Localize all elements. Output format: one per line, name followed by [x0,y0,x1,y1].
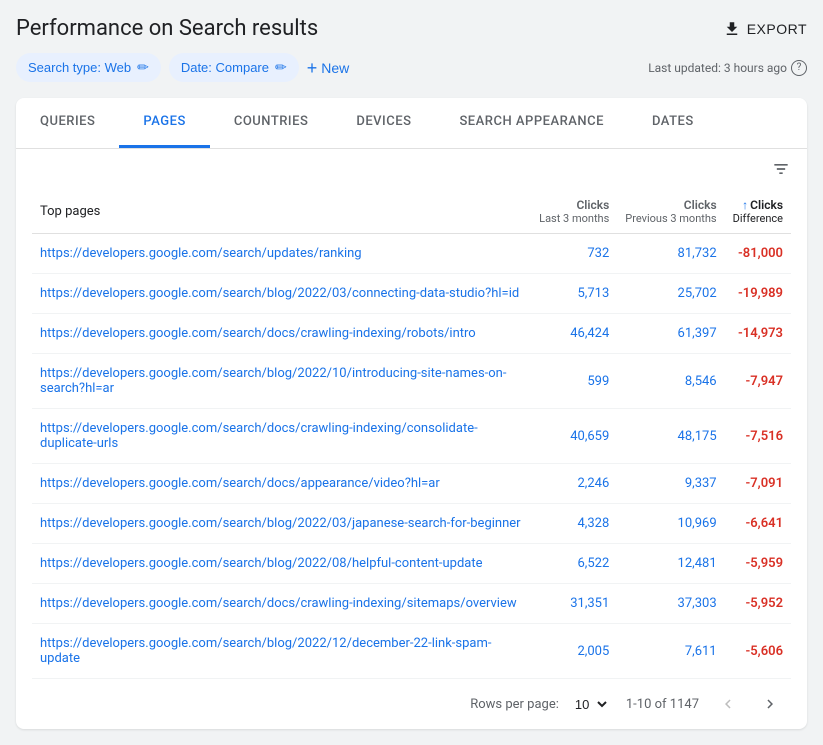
row-clicks-diff: -7,947 [725,354,791,409]
search-type-chip[interactable]: Search type: Web ✏ [16,53,161,82]
table-row: https://developers.google.com/search/doc… [32,314,791,354]
row-clicks-prev: 61,397 [617,314,724,354]
tab-devices[interactable]: DEVICES [332,98,435,148]
page-info: 1-10 of 1147 [626,697,699,712]
table-row: https://developers.google.com/search/blo… [32,544,791,584]
row-url[interactable]: https://developers.google.com/search/blo… [32,624,531,679]
last-updated: Last updated: 3 hours ago ? [648,60,807,76]
date-chip[interactable]: Date: Compare ✏ [169,53,299,82]
row-clicks-prev: 12,481 [617,544,724,584]
filter-left: Search type: Web ✏ Date: Compare ✏ + New [16,53,349,82]
data-table: Top pages Clicks Last 3 months Clicks Pr… [32,190,791,679]
tabs: QUERIES PAGES COUNTRIES DEVICES SEARCH A… [16,98,807,149]
new-filter-button[interactable]: + New [307,59,350,77]
row-url[interactable]: https://developers.google.com/search/doc… [32,314,531,354]
table-row: https://developers.google.com/search/doc… [32,464,791,504]
row-clicks-diff: -7,516 [725,409,791,464]
table-row: https://developers.google.com/search/blo… [32,504,791,544]
row-clicks-prev: 37,303 [617,584,724,624]
col-clicks-diff[interactable]: ↑ Clicks Difference [725,190,791,234]
table-filter-button[interactable] [771,159,791,184]
row-clicks-last: 599 [531,354,617,409]
row-url[interactable]: https://developers.google.com/search/doc… [32,584,531,624]
row-clicks-prev: 9,337 [617,464,724,504]
row-clicks-last: 5,713 [531,274,617,314]
row-clicks-last: 4,328 [531,504,617,544]
row-url[interactable]: https://developers.google.com/search/blo… [32,274,531,314]
table-toolbar [32,149,791,190]
row-clicks-diff: -14,973 [725,314,791,354]
row-clicks-prev: 25,702 [617,274,724,314]
row-clicks-last: 31,351 [531,584,617,624]
tab-search-appearance[interactable]: SEARCH APPEARANCE [435,98,628,148]
prev-page-button[interactable] [715,691,741,717]
table-row: https://developers.google.com/search/doc… [32,409,791,464]
filter-icon [771,159,791,179]
row-url[interactable]: https://developers.google.com/search/doc… [32,409,531,464]
table-row: https://developers.google.com/search/blo… [32,624,791,679]
tab-queries[interactable]: QUERIES [16,98,119,148]
row-clicks-diff: -81,000 [725,234,791,274]
col-top-pages: Top pages [32,190,531,234]
table-row: https://developers.google.com/search/upd… [32,234,791,274]
row-clicks-last: 6,522 [531,544,617,584]
page-title: Performance on Search results [16,16,318,41]
row-clicks-prev: 81,732 [617,234,724,274]
row-url[interactable]: https://developers.google.com/search/blo… [32,354,531,409]
table-row: https://developers.google.com/search/blo… [32,354,791,409]
row-clicks-prev: 48,175 [617,409,724,464]
col-clicks-last[interactable]: Clicks Last 3 months [531,190,617,234]
row-clicks-last: 732 [531,234,617,274]
row-url[interactable]: https://developers.google.com/search/blo… [32,544,531,584]
rows-per-page: Rows per page: 10 25 50 [470,694,610,715]
row-clicks-prev: 7,611 [617,624,724,679]
rows-per-page-select[interactable]: 10 25 50 [567,694,610,715]
row-clicks-last: 2,246 [531,464,617,504]
edit-icon-date: ✏ [275,59,287,76]
table-row: https://developers.google.com/search/blo… [32,274,791,314]
page-header: Performance on Search results EXPORT [16,16,807,41]
edit-icon: ✏ [137,59,149,76]
row-url[interactable]: https://developers.google.com/search/doc… [32,464,531,504]
row-clicks-diff: -5,606 [725,624,791,679]
next-page-button[interactable] [757,691,783,717]
main-card: QUERIES PAGES COUNTRIES DEVICES SEARCH A… [16,98,807,729]
col-clicks-prev[interactable]: Clicks Previous 3 months [617,190,724,234]
pagination: Rows per page: 10 25 50 1-10 of 1147 [32,679,791,729]
chevron-right-icon [761,695,779,713]
row-clicks-last: 40,659 [531,409,617,464]
row-clicks-prev: 8,546 [617,354,724,409]
chevron-left-icon [719,695,737,713]
download-icon [723,20,741,38]
row-clicks-last: 46,424 [531,314,617,354]
row-clicks-diff: -7,091 [725,464,791,504]
export-button[interactable]: EXPORT [723,20,807,38]
table-row: https://developers.google.com/search/doc… [32,584,791,624]
plus-icon: + [307,59,318,77]
row-clicks-diff: -5,952 [725,584,791,624]
tab-dates[interactable]: DATES [628,98,718,148]
row-clicks-diff: -6,641 [725,504,791,544]
tab-countries[interactable]: COUNTRIES [210,98,333,148]
table-container: Top pages Clicks Last 3 months Clicks Pr… [16,149,807,729]
row-clicks-last: 2,005 [531,624,617,679]
info-icon: ? [791,60,807,76]
row-url[interactable]: https://developers.google.com/search/blo… [32,504,531,544]
row-clicks-prev: 10,969 [617,504,724,544]
row-clicks-diff: -19,989 [725,274,791,314]
tab-pages[interactable]: PAGES [119,98,209,148]
sort-arrow-icon: ↑ [742,198,748,212]
filter-bar: Search type: Web ✏ Date: Compare ✏ + New… [16,53,807,82]
row-url[interactable]: https://developers.google.com/search/upd… [32,234,531,274]
row-clicks-diff: -5,959 [725,544,791,584]
